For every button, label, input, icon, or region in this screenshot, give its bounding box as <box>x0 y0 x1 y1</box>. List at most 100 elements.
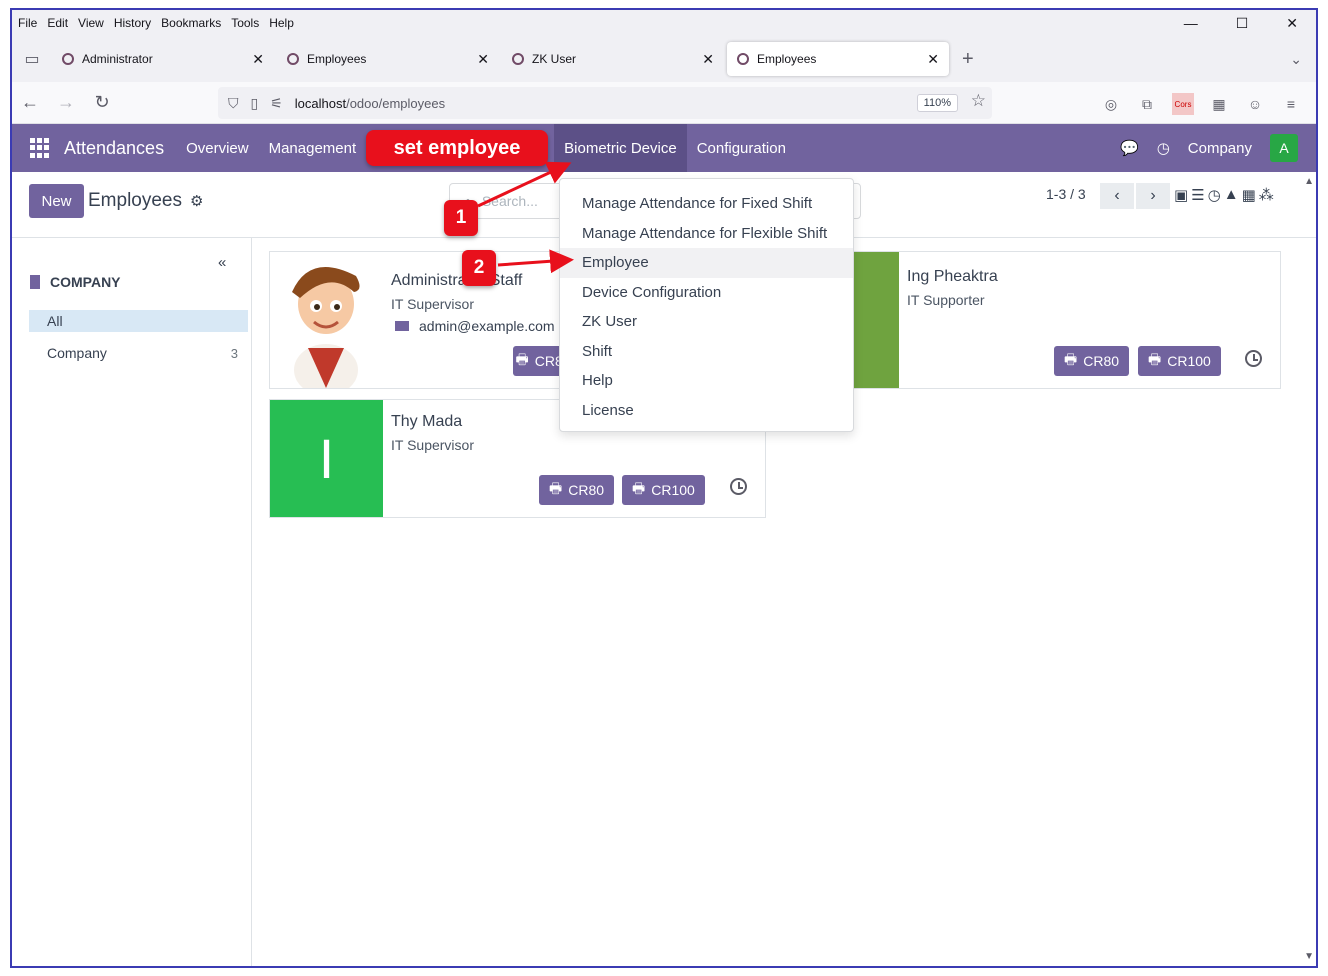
menu-item-shift[interactable]: Shift <box>560 337 853 367</box>
nav-configuration[interactable]: Configuration <box>687 124 796 172</box>
odoo-navbar: Attendances Overview Management Biometri… <box>12 124 1316 172</box>
activity-clock-icon[interactable] <box>730 478 747 495</box>
url-bar[interactable]: ⛉ ▯ ⚟ localhost /odoo/employees 110% ☆ <box>218 87 992 119</box>
browser-menubar: File Edit View History Bookmarks Tools H… <box>12 10 1316 36</box>
pager-buttons: ‹ › <box>1100 183 1170 209</box>
menu-history[interactable]: History <box>114 16 151 30</box>
account-icon[interactable]: ◎ <box>1100 93 1122 115</box>
nav-biometric-device[interactable]: Biometric Device <box>554 124 687 172</box>
menu-file[interactable]: File <box>18 16 37 30</box>
menu-tools[interactable]: Tools <box>231 16 259 30</box>
permissions-icon[interactable]: ⚟ <box>270 95 283 112</box>
company-switcher[interactable]: Company <box>1188 140 1252 157</box>
tab-close-icon[interactable]: ✕ <box>927 51 939 68</box>
apps-grid-icon[interactable] <box>30 138 50 158</box>
menu-item-fixed-shift[interactable]: Manage Attendance for Fixed Shift <box>560 189 853 219</box>
app-brand[interactable]: Attendances <box>64 138 164 159</box>
chevron-down-icon[interactable]: ⌄ <box>1290 51 1302 68</box>
activity-view-icon[interactable]: ◷ <box>1208 186 1221 204</box>
pager-next-icon[interactable]: › <box>1136 183 1170 209</box>
sidebar-item-company[interactable]: Company 3 <box>29 342 248 364</box>
qr-extension-icon[interactable]: ▦ <box>1208 93 1230 115</box>
tab-close-icon[interactable]: ✕ <box>252 51 264 68</box>
print-cr100-button[interactable]: 🖶 CR100 <box>1138 346 1221 376</box>
building-icon <box>30 275 40 289</box>
menu-item-flexible-shift[interactable]: Manage Attendance for Flexible Shift <box>560 219 853 249</box>
print-icon: 🖶 <box>515 351 529 367</box>
browser-tab[interactable]: ZK User ✕ <box>502 42 724 76</box>
menu-bookmarks[interactable]: Bookmarks <box>161 16 221 30</box>
tab-label: Employees <box>307 52 367 66</box>
graph-view-icon[interactable]: ▲ <box>1224 186 1239 204</box>
reload-icon[interactable]: ↻ <box>84 92 120 113</box>
new-button[interactable]: New <box>29 184 84 218</box>
print-cr80-label: CR80 <box>1083 353 1120 369</box>
nav-overview[interactable]: Overview <box>176 124 259 172</box>
zoom-level[interactable]: 110% <box>916 94 958 112</box>
pager-value[interactable]: 1-3 / 3 <box>1046 186 1086 202</box>
forward-icon[interactable]: → <box>48 92 84 113</box>
menu-view[interactable]: View <box>78 16 104 30</box>
tab-close-icon[interactable]: ✕ <box>702 51 714 68</box>
browser-tab[interactable]: Administrator ✕ <box>52 42 274 76</box>
menu-help[interactable]: Help <box>269 16 294 30</box>
chat-icon[interactable]: 💬 <box>1120 139 1139 157</box>
collapse-sidebar-icon[interactable]: « <box>218 254 226 271</box>
menu-item-license[interactable]: License <box>560 396 853 426</box>
extensions-icon[interactable]: ⧉ <box>1136 93 1158 115</box>
maximize-icon[interactable]: ☐ <box>1236 15 1249 32</box>
print-icon: 🖶 <box>1148 351 1162 367</box>
odoo-favicon-icon <box>287 53 299 65</box>
odoo-favicon-icon <box>62 53 74 65</box>
page-title-text: Employees <box>88 190 182 211</box>
print-cr80-button[interactable]: 🖶 CR80 <box>1054 346 1130 376</box>
print-icon: 🖶 <box>549 480 563 496</box>
employee-name: Thy Mada <box>391 413 463 430</box>
pager-prev-icon[interactable]: ‹ <box>1100 183 1134 209</box>
hierarchy-view-icon[interactable]: ⁂ <box>1259 186 1274 204</box>
cors-extension-icon[interactable]: Cors <box>1172 93 1194 115</box>
menu-item-employee[interactable]: Employee <box>560 248 853 278</box>
bookmark-star-icon[interactable]: ☆ <box>971 91 986 111</box>
user-avatar[interactable]: A <box>1270 134 1298 162</box>
employee-initial-box: I <box>270 400 383 517</box>
activity-clock-icon[interactable] <box>1245 350 1262 367</box>
sidebar-item-count: 3 <box>230 345 238 361</box>
annotation-callout: set employee <box>366 130 548 166</box>
shield-icon[interactable]: ⛉ <box>228 95 239 112</box>
searchpanel-sidebar: « COMPANY All Company 3 <box>12 238 252 966</box>
user-extension-icon[interactable]: ☺ <box>1244 93 1266 115</box>
print-icon: 🖶 <box>1064 351 1078 367</box>
page-icon[interactable]: ▯ <box>251 95 259 112</box>
menu-item-help[interactable]: Help <box>560 366 853 396</box>
scroll-up-icon[interactable]: ▲ <box>1304 176 1314 187</box>
menu-edit[interactable]: Edit <box>47 16 68 30</box>
annotation-badge-2: 2 <box>462 250 496 286</box>
tab-close-icon[interactable]: ✕ <box>477 51 489 68</box>
list-view-icon[interactable]: ☰ <box>1191 186 1204 204</box>
print-cr100-label: CR100 <box>651 482 695 498</box>
app-menu-icon[interactable]: ≡ <box>1280 93 1302 115</box>
print-cr80-button[interactable]: 🖶 CR80 <box>539 475 615 505</box>
print-cr100-button[interactable]: 🖶 CR100 <box>622 475 705 505</box>
menu-item-zk-user[interactable]: ZK User <box>560 307 853 337</box>
close-window-icon[interactable]: ✕ <box>1286 15 1298 32</box>
menu-item-device-configuration[interactable]: Device Configuration <box>560 278 853 308</box>
gear-icon[interactable]: ⚙ <box>190 192 203 210</box>
pivot-view-icon[interactable]: ▦ <box>1242 186 1256 204</box>
minimize-icon[interactable]: — <box>1184 15 1198 31</box>
sidebar-item-all[interactable]: All <box>29 310 248 332</box>
kanban-view-icon[interactable]: ▣ <box>1174 186 1188 204</box>
browser-window: File Edit View History Bookmarks Tools H… <box>10 8 1318 968</box>
activity-clock-icon[interactable]: ◷ <box>1157 139 1170 157</box>
employee-name: Ing Pheaktra <box>907 268 998 285</box>
new-tab-icon[interactable]: + <box>962 48 974 71</box>
print-icon: 🖶 <box>632 480 646 496</box>
scroll-down-icon[interactable]: ▼ <box>1304 951 1314 962</box>
tab-label: Employees <box>757 52 817 66</box>
back-icon[interactable]: ← <box>12 92 48 113</box>
browser-tab[interactable]: Employees ✕ <box>277 42 499 76</box>
tab-list-icon[interactable]: ▭ <box>12 36 52 82</box>
browser-tab-active[interactable]: Employees ✕ <box>727 42 949 76</box>
nav-management[interactable]: Management <box>259 124 367 172</box>
